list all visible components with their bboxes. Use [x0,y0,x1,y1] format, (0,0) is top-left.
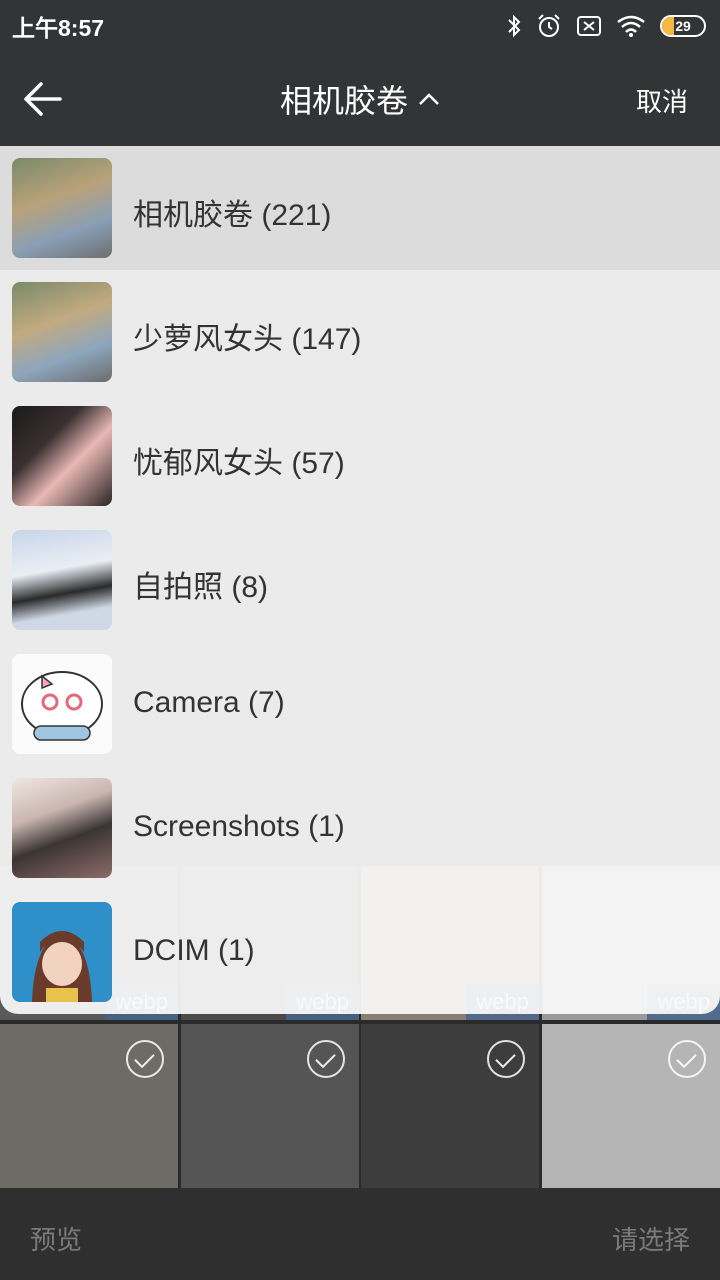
album-item[interactable]: Screenshots (1) [0,766,720,890]
photo-thumb[interactable] [181,1024,359,1188]
status-bar: 上午8:57 29 [0,0,720,52]
album-label: 忧郁风女头 (57) [133,447,345,480]
album-list: 相机胶卷 (221) 少萝风女头 (147) 忧郁风女头 (57) 自拍照 (8… [0,146,720,1014]
page-title: 相机胶卷 [279,83,408,119]
album-label: 相机胶卷 (221) [133,199,332,232]
cancel-button[interactable]: 取消 [636,82,688,119]
album-thumbnail [12,158,112,258]
album-item[interactable]: 忧郁风女头 (57) [0,394,720,518]
photo-thumb[interactable] [0,1024,178,1188]
bottom-bar: 预览 请选择 [0,1188,720,1280]
select-circle-icon[interactable] [668,1040,706,1078]
album-label: DCIM (1) [133,934,255,967]
album-label: 自拍照 (8) [133,571,268,604]
album-label: 少萝风女头 (147) [133,323,362,356]
cartoon-cat-image [21,671,103,741]
wifi-icon [617,15,645,37]
battery-icon: 29 [660,15,706,37]
select-circle-icon[interactable] [487,1040,525,1078]
photo-thumb[interactable] [361,1024,539,1188]
battery-fill [662,17,675,35]
select-circle-icon[interactable] [307,1040,345,1078]
chevron-up-icon [419,93,439,105]
confirm-select-button[interactable]: 请选择 [612,1220,690,1257]
album-thumbnail [12,654,112,754]
preview-button[interactable]: 预览 [30,1220,82,1257]
status-icons: 29 [506,13,706,39]
album-switcher[interactable]: 相机胶卷 [280,76,440,122]
album-label: Camera (7) [133,686,285,719]
photo-thumb[interactable] [542,1024,720,1188]
album-thumbnail [12,778,112,878]
album-item[interactable]: 自拍照 (8) [0,518,720,642]
bluetooth-icon [508,14,521,38]
album-item[interactable]: DCIM (1) [0,890,720,1014]
cartoon-girl-image [32,931,92,1002]
album-item[interactable]: 相机胶卷 (221) [0,146,720,270]
battery-level: 29 [675,18,691,34]
album-thumbnail [12,902,112,1002]
sim-off-icon [577,16,601,36]
album-item[interactable]: 少萝风女头 (147) [0,270,720,394]
album-thumbnail [12,530,112,630]
alarm-icon [538,14,560,37]
header: 相机胶卷 取消 [0,52,720,146]
status-time: 上午8:57 [12,15,105,41]
select-circle-icon[interactable] [126,1040,164,1078]
album-item[interactable]: Camera (7) [0,642,720,766]
album-label: Screenshots (1) [133,810,345,843]
album-thumbnail [12,406,112,506]
arrow-left-icon[interactable] [22,80,64,118]
album-thumbnail [12,282,112,382]
